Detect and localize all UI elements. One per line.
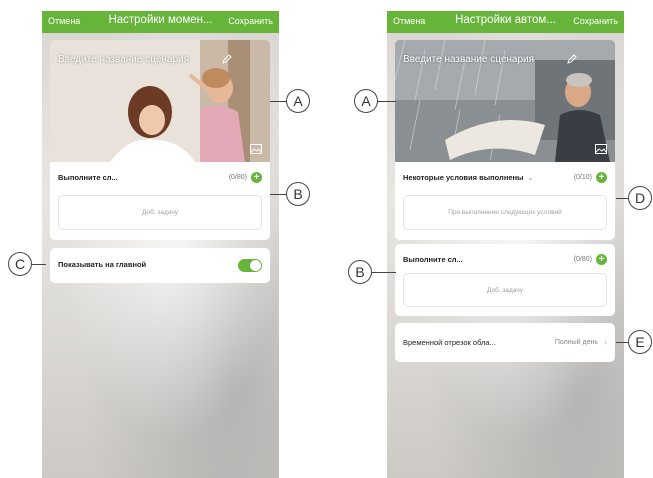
callout-line — [270, 101, 286, 102]
tasks-label: Выполните сл... — [403, 255, 463, 264]
callout-c-left: C — [8, 252, 32, 276]
time-period-value: Полный день — [554, 338, 598, 346]
chevron-right-icon: › — [604, 337, 607, 347]
tasks-header: Выполните сл... (0/80) + — [58, 172, 262, 183]
add-task-plus-icon[interactable]: + — [251, 172, 262, 183]
callout-line — [616, 342, 628, 343]
save-button[interactable]: Сохранить — [228, 16, 273, 26]
callout-b-left: B — [286, 182, 310, 206]
navigation-bar: Отмена Настройки автом... Сохранить — [387, 11, 624, 33]
add-condition-plus-icon[interactable]: + — [596, 172, 607, 183]
chevron-down-icon[interactable]: ⌄ — [527, 174, 533, 182]
tasks-header: Выполните сл... (0/80) + — [403, 254, 607, 265]
add-task-plus-icon[interactable]: + — [596, 254, 607, 265]
callout-e-right: E — [628, 330, 652, 354]
add-task-button[interactable]: Доб. задачу — [403, 273, 607, 307]
tasks-card: Выполните сл... (0/80) + Доб. задачу — [50, 162, 270, 240]
save-button[interactable]: Сохранить — [573, 16, 618, 26]
pencil-icon[interactable] — [222, 54, 232, 64]
time-period-label: Временной отрезок обла... — [403, 337, 496, 347]
scene-cover-photo[interactable]: Введите название сценария — [395, 40, 615, 162]
callout-a-left: A — [286, 89, 310, 113]
conditions-count: (0/10) — [573, 174, 592, 181]
show-on-home-card: Показывать на главной — [50, 248, 270, 283]
callout-line — [378, 101, 396, 102]
callout-d-right: D — [628, 186, 652, 210]
tasks-count: (0/80) — [228, 174, 247, 181]
phone-screen-tap-to-run: Отмена Настройки момен... Сохранить Введ… — [42, 11, 279, 478]
add-condition-button[interactable]: При выполнении следующих условий — [403, 195, 607, 230]
conditions-header: Некоторые условия выполнены ⌄ (0/10) + — [403, 172, 607, 183]
callout-line — [270, 194, 286, 195]
navigation-bar: Отмена Настройки момен... Сохранить — [42, 11, 279, 33]
scene-name-input[interactable]: Введите название сценария — [403, 54, 534, 65]
time-period-row[interactable]: Временной отрезок обла... Полный день › — [395, 323, 615, 362]
tasks-count: (0/80) — [573, 256, 592, 263]
toggle-knob — [250, 260, 261, 271]
image-icon[interactable] — [250, 144, 262, 154]
tasks-label: Выполните сл... — [58, 173, 118, 182]
callout-line — [32, 264, 46, 265]
scene-name-input[interactable]: Введите название сценария — [58, 54, 189, 65]
conditions-card: Некоторые условия выполнены ⌄ (0/10) + П… — [395, 162, 615, 240]
tasks-card: Выполните сл... (0/80) + Доб. задачу — [395, 244, 615, 316]
callout-b-right: B — [348, 260, 372, 284]
callout-line — [616, 198, 628, 199]
show-on-home-toggle[interactable] — [238, 259, 262, 272]
pencil-icon[interactable] — [567, 54, 577, 64]
callout-a-right: A — [354, 89, 378, 113]
callout-line — [372, 272, 396, 273]
scene-cover-photo[interactable]: Введите название сценария — [50, 40, 270, 162]
add-task-button[interactable]: Доб. задачу — [58, 195, 262, 230]
image-icon[interactable] — [595, 144, 607, 154]
conditions-label[interactable]: Некоторые условия выполнены — [403, 173, 523, 182]
phone-screen-automation: Отмена Настройки автом... Сохранить Введ… — [387, 11, 624, 478]
show-on-home-label: Показывать на главной — [58, 260, 147, 269]
